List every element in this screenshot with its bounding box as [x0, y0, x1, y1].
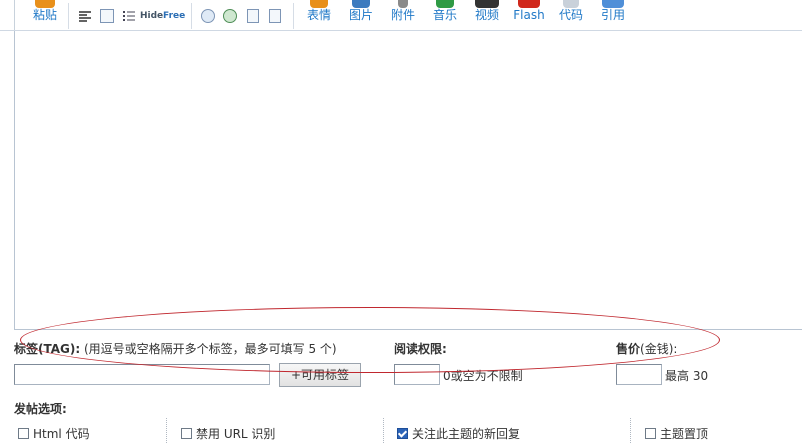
- option-disable-url[interactable]: 禁用 URL 识别: [181, 425, 275, 442]
- option-divider: [383, 418, 384, 443]
- media-play-icon[interactable]: [223, 9, 237, 23]
- message-editor[interactable]: [14, 31, 802, 330]
- price-label: 售价(金钱):: [616, 342, 678, 356]
- quote-button[interactable]: 引用: [597, 0, 629, 22]
- table-icon[interactable]: [100, 9, 114, 23]
- option-html-code[interactable]: Html 代码: [18, 425, 90, 442]
- flash-icon: [518, 0, 540, 8]
- tags-input[interactable]: [14, 364, 270, 385]
- page-icon[interactable]: [247, 9, 259, 23]
- emoticon-icon: [310, 0, 328, 8]
- toolbar-separator: [68, 3, 69, 29]
- code-icon: [563, 0, 579, 8]
- toolbar-edge: [14, 0, 15, 30]
- post-options-title: 发帖选项:: [14, 402, 67, 416]
- checkbox[interactable]: [645, 428, 656, 439]
- tags-label: 标签(TAG): (用逗号或空格隔开多个标签，最多可填写 5 个): [14, 342, 337, 356]
- video-button[interactable]: 视频: [471, 0, 503, 22]
- option-divider: [630, 418, 631, 443]
- emoticon-button[interactable]: 表情: [303, 0, 335, 22]
- toolbar-separator: [191, 3, 192, 29]
- quote-icon: [602, 0, 624, 8]
- hide-tag-button[interactable]: Hide: [140, 11, 163, 21]
- music-icon: [436, 0, 454, 8]
- flash-button[interactable]: Flash: [510, 0, 548, 22]
- insert-link-icon[interactable]: [201, 9, 215, 23]
- checkbox[interactable]: [18, 428, 29, 439]
- image-button[interactable]: 图片: [345, 0, 377, 22]
- paste-label: 粘贴: [32, 8, 57, 22]
- price-input[interactable]: [616, 364, 662, 385]
- list-icon[interactable]: [122, 9, 136, 23]
- image-icon: [352, 0, 370, 8]
- paste-button[interactable]: 粘贴: [30, 0, 60, 22]
- free-tag-button[interactable]: Free: [163, 11, 185, 21]
- available-tags-button[interactable]: +可用标签: [279, 363, 361, 387]
- align-left-icon[interactable]: [78, 9, 92, 23]
- document-e-icon[interactable]: [269, 9, 281, 23]
- read-permission-input[interactable]: [394, 364, 440, 385]
- paste-icon: [35, 0, 55, 8]
- attachment-icon: [398, 0, 408, 8]
- video-icon: [475, 0, 499, 8]
- toolbar-separator: [293, 3, 294, 29]
- option-pin-topic[interactable]: 主题置顶: [645, 425, 708, 442]
- price-max-note: 最高 30: [665, 369, 709, 383]
- music-button[interactable]: 音乐: [429, 0, 461, 22]
- checkbox-checked[interactable]: [397, 428, 408, 439]
- attachment-button[interactable]: 附件: [387, 0, 419, 22]
- option-follow-replies[interactable]: 关注此主题的新回复: [397, 425, 520, 442]
- editor-toolbar: 粘贴 Hide Free 表情 图片 附件 音乐 视频 Flash 代码 引用: [0, 0, 802, 31]
- checkbox[interactable]: [181, 428, 192, 439]
- code-button[interactable]: 代码: [555, 0, 587, 22]
- read-permission-note: 0或空为不限制: [443, 369, 523, 383]
- read-permission-label: 阅读权限:: [394, 342, 447, 356]
- option-divider: [166, 418, 167, 443]
